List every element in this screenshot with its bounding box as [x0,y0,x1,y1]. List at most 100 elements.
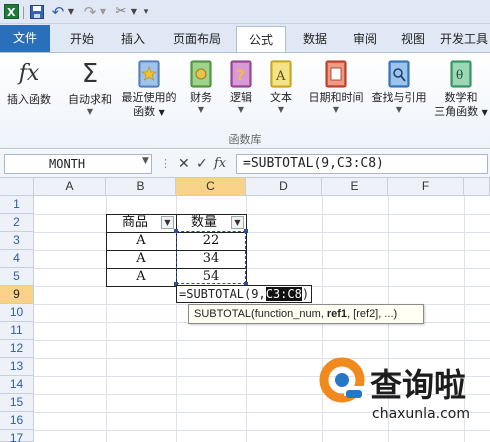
row-header-14[interactable]: 14 [0,376,34,394]
row-header-12[interactable]: 12 [0,340,34,358]
tab-file[interactable]: 文件 [0,25,50,52]
excel-app-icon[interactable]: X [3,3,19,20]
cancel-icon[interactable]: ✕ [178,155,190,173]
svg-text:X: X [7,6,16,19]
autosum-button[interactable]: Σ 自动求和 ▼ [62,59,118,117]
header-cell-product[interactable]: 商品 [106,214,164,232]
tooltip-func: SUBTOTAL(function_num, [194,308,327,320]
logical-label: 逻辑 [230,91,252,104]
undo-icon[interactable]: ↶ [50,3,66,21]
row-header-11[interactable]: 11 [0,322,34,340]
header-cell-quantity[interactable]: 数量 [176,214,232,232]
row-header-13[interactable]: 13 [0,358,34,376]
math-trig-button[interactable]: θ 数学和 三角函数 ▼ [432,59,490,120]
column-header-c[interactable]: C [176,178,246,196]
tab-data[interactable]: 数据 [290,26,340,52]
insert-function-button[interactable]: fx 插入函数 [2,59,56,107]
undo-dropdown-icon[interactable]: ▼ [67,3,75,20]
row-header-9[interactable]: 9 [0,286,34,304]
tab-page-layout[interactable]: 页面布局 [162,26,232,52]
formula-edit-cell[interactable]: =SUBTOTAL(9,C3:C8) [176,285,313,303]
name-box[interactable]: MONTH [4,154,152,174]
filter-dropdown-icon[interactable]: ▼ [231,216,244,229]
insert-function-icon[interactable]: fx [214,155,226,173]
tab-view[interactable]: 视图 [390,26,436,52]
row-header-17[interactable]: 17 [0,430,34,442]
selection-handle[interactable] [244,229,248,233]
tab-review[interactable]: 审阅 [342,26,388,52]
select-all-corner[interactable] [0,178,34,196]
column-header-e[interactable]: E [322,178,388,196]
row-header-16[interactable]: 16 [0,412,34,430]
save-icon[interactable] [28,3,45,20]
ribbon-tabs: 文件 开始 插入 页面布局 公式 数据 审阅 视图 开发工具 [0,24,490,53]
redo-icon[interactable]: ↷ [82,3,98,21]
watermark-url: chaxunla.com [372,406,470,422]
resize-handle-icon[interactable]: ⋮ [160,155,171,173]
quick-access-toolbar: X | ↶ ▼ ↷ ▼ ✂ ▼ ▾ [0,0,490,24]
date-time-label: 日期和时间 [308,91,364,104]
column-header-b[interactable]: B [106,178,176,196]
lookup-reference-dropdown-icon: ▼ [395,105,403,114]
autosum-dropdown-icon: ▼ [86,107,94,116]
tools-icon[interactable]: ✂ [112,3,130,20]
lookup-reference-button[interactable]: 查找与引用 ▼ [368,59,430,115]
recently-used-button[interactable]: 最近使用的 函数 ▼ [118,59,180,120]
column-header-f[interactable]: F [388,178,464,196]
column-header-a[interactable]: A [34,178,106,196]
name-box-dropdown-icon[interactable]: ▼ [142,156,149,166]
row-header-1[interactable]: 1 [0,196,34,214]
row-header-2[interactable]: 2 [0,214,34,232]
range-selection-marquee [176,231,246,284]
tab-developer[interactable]: 开发工具 [438,26,490,52]
enter-icon[interactable]: ✓ [196,155,208,173]
math-trig-dropdown-icon: ▼ [481,108,488,117]
table-cell[interactable]: A [106,268,176,286]
filter-active-icon[interactable]: ▼ [161,216,174,229]
table-cell[interactable]: A [106,232,176,250]
customize-qat-icon[interactable]: ▾ [141,3,151,20]
text-dropdown-icon: ▼ [277,105,285,114]
lookup-reference-label: 查找与引用 [371,91,427,104]
column-header-g[interactable] [464,178,490,196]
text-label: 文本 [270,91,292,104]
tab-insert[interactable]: 插入 [110,26,156,52]
logical-dropdown-icon: ▼ [237,105,245,114]
book-lookup-icon [388,60,410,88]
redo-dropdown-icon[interactable]: ▼ [99,3,107,20]
function-library-group-label: 函数库 [228,133,262,146]
tools-dropdown-icon[interactable]: ▼ [130,3,138,20]
gridline [34,214,490,215]
row-header-10[interactable]: 10 [0,304,34,322]
svg-text:A: A [275,69,286,84]
watermark-title: 查询啦 [370,366,466,404]
logical-button[interactable]: ? 逻辑 ▼ [224,59,258,115]
book-text-icon: A [270,60,292,88]
book-theta-icon: θ [450,60,472,88]
edit-formula-reference: C3:C8 [265,287,302,301]
row-header-5[interactable]: 5 [0,268,34,286]
separator: | [21,4,26,19]
tab-home[interactable]: 开始 [58,26,106,52]
row-header-3[interactable]: 3 [0,232,34,250]
gridline [34,340,490,341]
formula-input[interactable]: =SUBTOTAL(9,C3:C8) [236,154,488,174]
row-header-15[interactable]: 15 [0,394,34,412]
selection-handle[interactable] [174,229,178,233]
text-button[interactable]: A 文本 ▼ [264,59,298,115]
financial-dropdown-icon: ▼ [197,105,205,114]
sigma-icon: Σ [81,59,99,89]
gridline [34,268,490,269]
gridline [34,250,490,251]
autosum-label: 自动求和 [68,93,112,106]
table-cell[interactable]: A [106,250,176,268]
row-header-4[interactable]: 4 [0,250,34,268]
financial-button[interactable]: 财务 ▼ [184,59,218,115]
gridline [34,232,490,233]
date-time-button[interactable]: 日期和时间 ▼ [304,59,368,115]
recently-used-label: 最近使用的 [121,91,177,104]
chaxunla-logo-icon: 查询啦 chaxunla.com [319,357,470,422]
tab-formulas[interactable]: 公式 [236,26,286,53]
column-header-d[interactable]: D [246,178,322,196]
tooltip-current-arg: ref1 [326,308,348,320]
